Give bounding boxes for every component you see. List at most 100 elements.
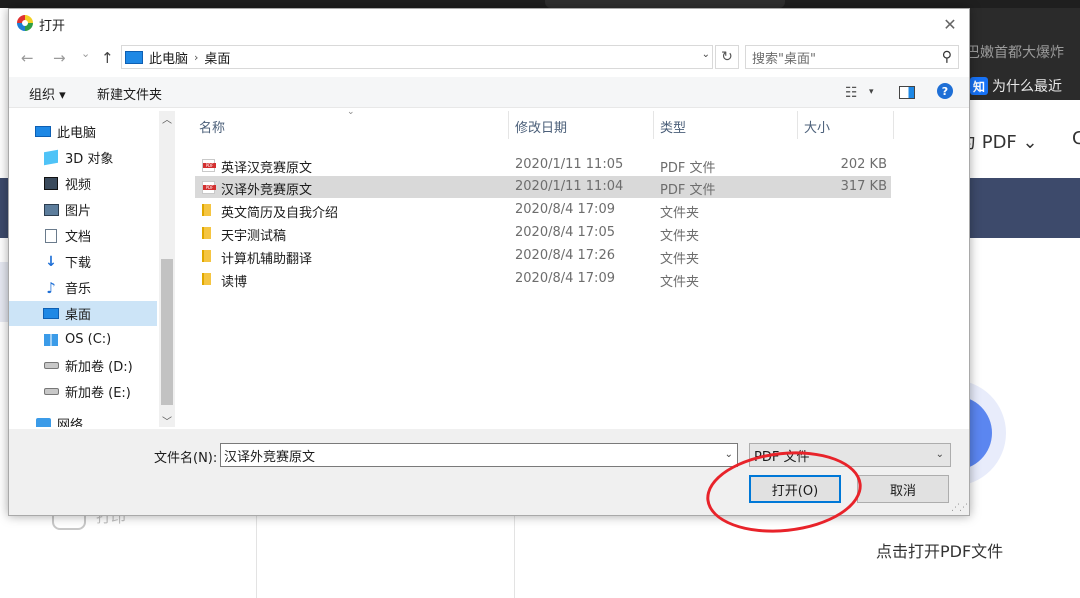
background-left-panel bbox=[0, 262, 8, 322]
dialog-titlebar[interactable]: 打开 ✕ bbox=[9, 9, 969, 39]
folder-icon bbox=[202, 204, 211, 216]
breadcrumb-this-pc[interactable]: 此电脑 bbox=[149, 48, 188, 67]
pdf-file-icon bbox=[202, 181, 216, 194]
refresh-button[interactable]: ↻ bbox=[715, 45, 739, 69]
view-options-icon[interactable]: ☷ bbox=[845, 85, 858, 101]
file-type: PDF 文件 bbox=[660, 161, 716, 176]
cancel-button[interactable]: 取消 bbox=[857, 475, 949, 503]
open-file-dialog: 打开 ✕ ← → ⌄ ↑ 此电脑 › 桌面 ⌄ ↻ 搜索"桌面" ⚲ 组织 ▾ … bbox=[8, 8, 970, 516]
forward-arrow-icon[interactable]: → bbox=[53, 49, 66, 67]
column-header-modified[interactable]: 修改日期 bbox=[515, 117, 567, 136]
sidebar-item-videos[interactable]: 视频 bbox=[9, 171, 157, 196]
preview-pane-icon[interactable] bbox=[899, 86, 915, 99]
column-divider[interactable] bbox=[797, 111, 798, 139]
sidebar-item-this-pc[interactable]: 此电脑 bbox=[9, 119, 157, 144]
folder-row[interactable]: 计算机辅助翻译 2020/8/4 17:26 文件夹 bbox=[195, 245, 891, 267]
scrollbar-thumb[interactable] bbox=[161, 259, 173, 405]
file-name: 英译汉竞赛原文 bbox=[221, 161, 313, 176]
help-icon[interactable]: ? bbox=[937, 83, 953, 99]
sidebar-item-desktop[interactable]: 桌面 bbox=[9, 301, 157, 326]
new-folder-button[interactable]: 新建文件夹 bbox=[97, 84, 162, 103]
resize-grip-icon[interactable]: ⋰⋰ bbox=[951, 503, 968, 513]
recent-locations-icon[interactable]: ⌄ bbox=[81, 47, 90, 60]
sidebar-item-network[interactable]: 网络 bbox=[9, 411, 157, 427]
sidebar-item-3d-objects[interactable]: 3D 对象 bbox=[9, 145, 157, 170]
file-name: 汉译外竞赛原文 bbox=[221, 183, 313, 198]
breadcrumb-separator-icon: › bbox=[194, 50, 199, 64]
background-zhihu-link[interactable]: 知 为什么最近 bbox=[970, 76, 1062, 96]
file-type: 文件夹 bbox=[660, 275, 700, 290]
file-name: 读博 bbox=[221, 275, 248, 290]
breadcrumb-desktop[interactable]: 桌面 bbox=[204, 48, 230, 67]
filename-dropdown-icon[interactable]: ⌄ bbox=[725, 449, 733, 460]
app-logo-icon bbox=[17, 15, 33, 31]
sidebar-item-label: 音乐 bbox=[65, 282, 92, 297]
column-header-size[interactable]: 大小 bbox=[804, 117, 830, 136]
file-date: 2020/8/4 17:05 bbox=[515, 225, 615, 240]
cube-icon bbox=[43, 149, 59, 166]
sidebar-item-os-c[interactable]: OS (C:) bbox=[9, 327, 157, 352]
address-dropdown-icon[interactable]: ⌄ bbox=[702, 49, 710, 60]
file-date: 2020/8/4 17:09 bbox=[515, 271, 615, 286]
sidebar-item-drive-d[interactable]: 新加卷 (D:) bbox=[9, 353, 157, 378]
sidebar-item-label: 桌面 bbox=[65, 308, 92, 323]
search-icon[interactable]: ⚲ bbox=[942, 49, 952, 65]
background-hot-search-text[interactable]: 巴嫩首都大爆炸 bbox=[966, 42, 1064, 62]
up-arrow-icon[interactable]: ↑ bbox=[101, 49, 114, 67]
sidebar-item-label: 新加卷 (D:) bbox=[65, 360, 133, 375]
sidebar-item-music[interactable]: ♪ 音乐 bbox=[9, 275, 157, 300]
filename-value: 汉译外竞赛原文 bbox=[224, 449, 316, 465]
column-header-name[interactable]: 名称 bbox=[199, 117, 225, 136]
film-icon bbox=[43, 177, 59, 191]
close-button[interactable]: ✕ bbox=[935, 11, 965, 37]
folder-icon bbox=[202, 227, 211, 239]
folder-row[interactable]: 天宇测试稿 2020/8/4 17:05 文件夹 bbox=[195, 222, 891, 244]
file-row[interactable]: 英译汉竞赛原文 2020/1/11 11:05 PDF 文件 202 KB bbox=[195, 154, 891, 176]
organize-menu[interactable]: 组织 ▾ bbox=[29, 84, 66, 103]
background-open-caption: 点击打开PDF文件 bbox=[876, 542, 1004, 561]
address-bar[interactable]: 此电脑 › 桌面 ⌄ bbox=[121, 45, 713, 69]
sidebar-item-downloads[interactable]: ↓ 下载 bbox=[9, 249, 157, 274]
file-type: 文件夹 bbox=[660, 229, 700, 244]
file-date: 2020/1/11 11:04 bbox=[515, 179, 624, 194]
sidebar-item-label: 新加卷 (E:) bbox=[65, 386, 131, 401]
sidebar-item-label: OS (C:) bbox=[65, 332, 112, 347]
sidebar-item-label: 文档 bbox=[65, 230, 92, 245]
filename-input[interactable]: 汉译外竞赛原文 ⌄ bbox=[220, 443, 738, 467]
folder-row[interactable]: 读博 2020/8/4 17:09 文件夹 bbox=[195, 268, 891, 290]
folder-row[interactable]: 英文简历及自我介绍 2020/8/4 17:09 文件夹 bbox=[195, 199, 891, 221]
picture-icon bbox=[43, 203, 59, 217]
back-arrow-icon[interactable]: ← bbox=[21, 49, 34, 67]
background-divider bbox=[514, 514, 515, 598]
dialog-toolbar: 组织 ▾ 新建文件夹 ☷ ▾ ? bbox=[9, 77, 969, 108]
dialog-title: 打开 bbox=[39, 19, 66, 34]
sidebar-item-label: 此电脑 bbox=[57, 126, 97, 141]
file-type: PDF 文件 bbox=[660, 183, 716, 198]
sidebar-item-documents[interactable]: 文档 bbox=[9, 223, 157, 248]
file-type: 文件夹 bbox=[660, 252, 700, 267]
file-name: 计算机辅助翻译 bbox=[221, 252, 313, 267]
scroll-down-icon[interactable]: ﹀ bbox=[162, 413, 172, 427]
file-type: 文件夹 bbox=[660, 206, 700, 221]
search-input[interactable]: 搜索"桌面" ⚲ bbox=[745, 45, 959, 69]
network-icon bbox=[35, 417, 51, 427]
search-placeholder: 搜索"桌面" bbox=[752, 51, 816, 67]
file-name: 英文简历及自我介绍 bbox=[221, 206, 339, 221]
scroll-up-icon[interactable]: ︿ bbox=[162, 111, 172, 126]
sidebar-item-label: 3D 对象 bbox=[65, 152, 114, 167]
sidebar-item-pictures[interactable]: 图片 bbox=[9, 197, 157, 222]
file-row-selected[interactable]: 汉译外竞赛原文 2020/1/11 11:04 PDF 文件 317 KB bbox=[195, 176, 891, 198]
windows-drive-icon bbox=[43, 333, 59, 347]
column-divider[interactable] bbox=[508, 111, 509, 139]
sidebar-scrollbar[interactable]: ︿ ﹀ bbox=[159, 111, 175, 427]
view-dropdown-icon[interactable]: ▾ bbox=[869, 87, 874, 97]
pdf-file-icon bbox=[202, 159, 216, 172]
chevron-down-icon: ⌄ bbox=[1022, 132, 1038, 153]
column-divider[interactable] bbox=[893, 111, 894, 139]
chevron-down-icon: ⌄ bbox=[935, 449, 944, 460]
column-divider[interactable] bbox=[653, 111, 654, 139]
column-header-type[interactable]: 类型 bbox=[660, 117, 686, 136]
sidebar-item-drive-e[interactable]: 新加卷 (E:) bbox=[9, 379, 157, 404]
file-date: 2020/1/11 11:05 bbox=[515, 157, 624, 172]
background-divider bbox=[256, 514, 257, 598]
